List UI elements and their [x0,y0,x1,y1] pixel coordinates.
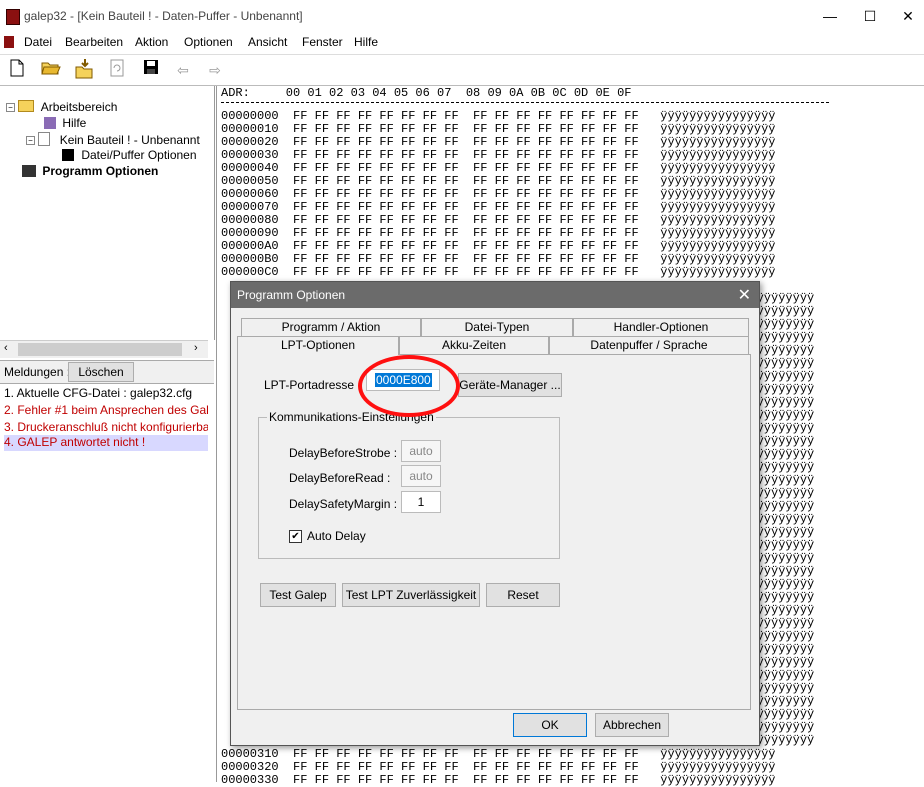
menu-optionen[interactable]: Optionen [184,35,233,49]
delay-safety-margin-field[interactable]: 1 [401,491,441,513]
close-button[interactable]: ✕ [898,8,918,25]
app-icon[interactable] [6,9,20,25]
refresh-icon[interactable] [106,59,128,81]
window-title: galep32 - [Kein Bauteil ! - Daten-Puffer… [24,9,303,23]
auto-delay-checkbox[interactable]: ✔ [289,530,302,543]
tab-lpt-options[interactable]: LPT-Optionen [237,336,399,355]
dialog-close-icon[interactable]: ✕ [738,285,751,305]
delay-before-strobe-label: DelayBeforeStrobe : [289,446,398,460]
menu-aktion[interactable]: Aktion [135,35,168,49]
tree-label-workspace: Arbeitsbereich [40,100,118,114]
hex-row[interactable]: 00000330 FF FF FF FF FF FF FF FF FF FF F… [221,774,776,787]
tree-item-workspace[interactable]: − Arbeitsbereich [6,100,117,116]
toolbar: ⇦ ⇨ [0,54,924,86]
mdi-system-icon[interactable] [4,36,14,48]
minimize-button[interactable]: — [820,8,840,24]
menu-bearbeiten[interactable]: Bearbeiten [65,35,123,49]
tab-program-action[interactable]: Programm / Aktion [241,318,421,336]
open-folder-icon[interactable] [40,59,62,81]
tree-horizontal-scrollbar[interactable]: ‹ › [0,340,208,358]
back-arrow-icon[interactable]: ⇦ [172,59,194,81]
test-galep-button[interactable]: Test Galep [260,583,336,607]
message-item: 3. Druckeranschluß nicht konfigurierbar … [4,420,208,434]
clear-messages-button[interactable]: Löschen [68,362,134,382]
tab-battery-times[interactable]: Akku-Zeiten [399,336,549,354]
tree-label-program-options: Programm Optionen [42,164,159,178]
tree-item-file-buffer[interactable]: Datei/Puffer Optionen [62,148,197,164]
collapse-toggle-icon[interactable]: − [6,103,15,112]
communication-settings-group: Kommunikations-Einstellungen DelayBefore… [258,410,560,559]
scrollbar-thumb[interactable] [18,343,182,356]
tab-file-types[interactable]: Datei-Typen [421,318,573,336]
device-manager-button[interactable]: Geräte-Manager ... [458,373,562,397]
title-bar: galep32 - [Kein Bauteil ! - Daten-Puffer… [0,0,924,32]
message-item: 2. Fehler #1 beim Ansprechen des Galep ! [4,403,208,417]
delay-before-read-label: DelayBeforeRead : [289,471,391,485]
hex-header-divider [221,102,829,103]
delay-before-strobe-field[interactable]: auto [401,440,441,462]
maximize-button[interactable]: ☐ [860,8,880,25]
tree-item-no-part[interactable]: − Kein Bauteil ! - Unbenannt [26,132,200,148]
collapse-toggle-icon[interactable]: − [26,136,35,145]
messages-label: Meldungen : [4,365,71,379]
test-lpt-button[interactable]: Test LPT Zuverlässigkeit [342,583,480,607]
tree-label-help: Hilfe [62,116,87,130]
document-icon [38,132,51,146]
ok-button[interactable]: OK [513,713,587,737]
delay-safety-margin-label: DelaySafetyMargin : [289,497,398,511]
workspace-tree: − Arbeitsbereich Hilfe − Kein Bauteil ! … [0,86,215,340]
dialog-title: Programm Optionen [237,288,346,302]
reset-button[interactable]: Reset [486,583,560,607]
tab-handler-options[interactable]: Handler-Optionen [573,318,749,336]
hex-header: ADR: 00 01 02 03 04 05 06 07 08 09 0A 0B… [221,86,632,100]
menu-datei[interactable]: Datei [24,35,52,49]
message-item: 1. Aktuelle CFG-Datei : galep32.cfg [4,386,193,400]
hex-row[interactable]: 000000C0 FF FF FF FF FF FF FF FF FF FF F… [221,266,776,279]
folder-icon [18,100,35,112]
tree-label-no-part: Kein Bauteil ! - Unbenannt [59,133,200,147]
program-options-dialog: Programm Optionen ✕ Programm / Aktion Da… [230,281,760,746]
disk-icon [62,149,74,161]
menu-hilfe[interactable]: Hilfe [354,35,378,49]
tree-item-program-options[interactable]: Programm Optionen [22,164,158,180]
help-book-icon [44,117,56,129]
forward-arrow-icon[interactable]: ⇨ [204,59,226,81]
cancel-button[interactable]: Abbrechen [595,713,669,737]
menu-bar: Datei Bearbeiten Aktion Optionen Ansicht… [0,32,924,52]
lpt-options-panel: LPT-Portadresse 0000E800 Geräte-Manager … [237,354,751,710]
delay-before-read-field[interactable]: auto [401,465,441,487]
tree-item-help[interactable]: Hilfe [44,116,86,132]
save-icon[interactable] [140,59,162,81]
menu-ansicht[interactable]: Ansicht [248,35,287,49]
menu-fenster[interactable]: Fenster [302,35,343,49]
messages-toolbar: Meldungen : Löschen [0,360,214,384]
auto-delay-label: Auto Delay [307,529,366,543]
hex-rows-top: 00000000 FF FF FF FF FF FF FF FF FF FF F… [221,110,776,279]
scroll-right-icon[interactable]: › [194,342,198,354]
new-file-icon[interactable] [6,59,28,81]
program-options-icon [22,165,36,177]
hex-rows-bottom: 00000310 FF FF FF FF FF FF FF FF FF FF F… [221,748,776,787]
dialog-title-bar: Programm Optionen ✕ [231,282,759,308]
tab-buffer-language[interactable]: Datenpuffer / Sprache [549,336,749,354]
tree-label-file-buffer: Datei/Puffer Optionen [81,148,197,162]
lpt-port-label: LPT-Portadresse [264,378,355,392]
red-annotation-circle [358,355,460,417]
load-folder-icon[interactable] [74,59,96,81]
message-item-selected[interactable]: 4. GALEP antwortet nicht ! [4,435,208,451]
scroll-left-icon[interactable]: ‹ [4,342,8,354]
